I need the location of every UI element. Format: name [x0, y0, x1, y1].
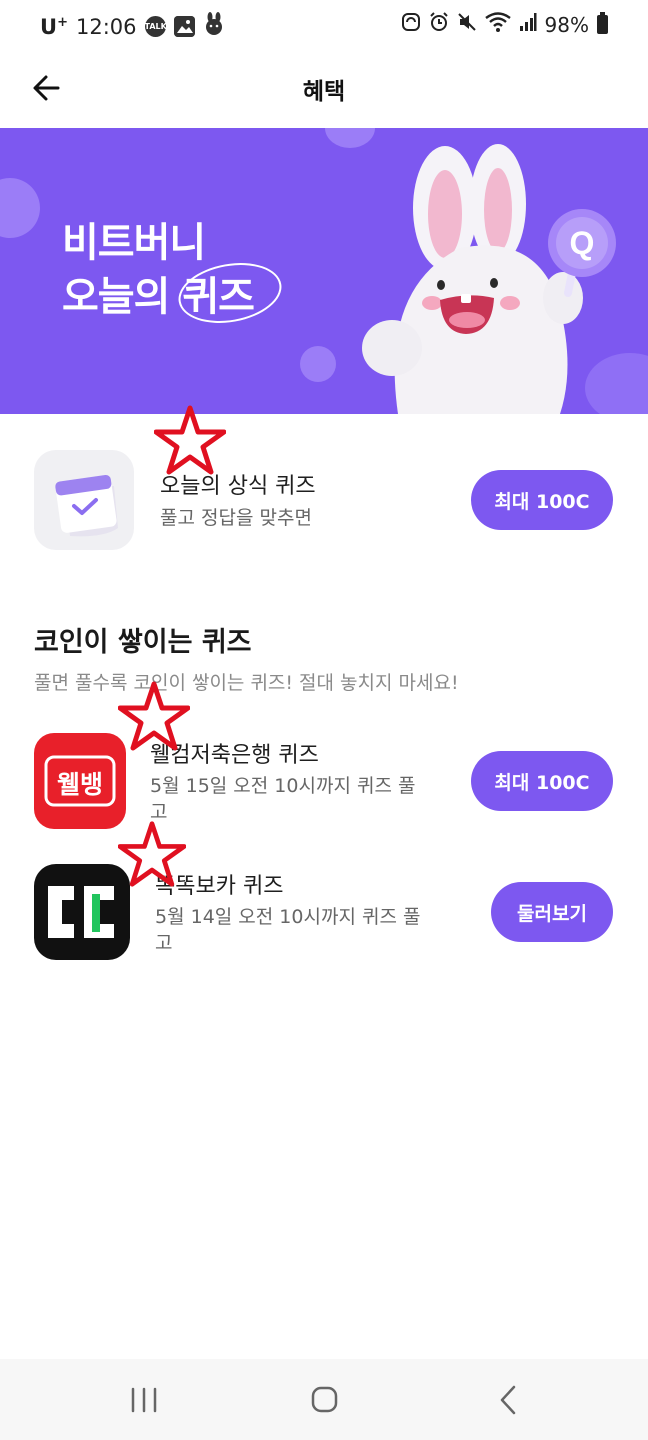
welcome-bank-app-icon: 웰뱅	[34, 733, 126, 829]
status-bar: U+ 12:06 TALK 98%	[0, 0, 648, 54]
system-back-button[interactable]	[478, 1379, 538, 1421]
red-star-annotation	[118, 681, 190, 751]
daily-quiz-subtitle: 풀고 정답을 맞추면	[160, 507, 312, 529]
mute-icon	[457, 12, 477, 37]
signal-icon	[519, 12, 537, 37]
clock: 12:06	[75, 14, 137, 39]
vocab-logo	[48, 886, 114, 938]
quiz-subtitle: 5월 15일 오전 10시까지 퀴즈 풀 고	[150, 775, 416, 823]
home-icon	[311, 1386, 338, 1413]
bunny-mascot: Q	[362, 144, 616, 414]
home-button[interactable]	[294, 1379, 354, 1421]
section-title: 코인이 쌓이는 퀴즈	[34, 627, 252, 658]
red-star-annotation	[154, 405, 226, 475]
gallery-icon	[173, 16, 195, 37]
recent-apps-icon	[131, 1387, 157, 1413]
svg-text:웰뱅: 웰뱅	[57, 770, 103, 799]
daily-quiz-item[interactable]: 오늘의 상식 퀴즈 풀고 정답을 맞추면 최대 100C	[0, 448, 648, 552]
vocab-app-icon	[34, 864, 130, 960]
carrier-label: U+	[40, 14, 68, 39]
calendar-icon	[55, 475, 118, 537]
quiz-list-item[interactable]: 웰뱅 웰컴저축은행 퀴즈 5월 15일 오전 10시까지 퀴즈 풀 고 최대 1…	[0, 733, 648, 843]
sync-icon	[401, 12, 421, 37]
quiz-list-item[interactable]: 똑똑보카 퀴즈 5월 14일 오전 10시까지 퀴즈 풀 고 둘러보기	[0, 862, 648, 972]
section-subtitle: 풀면 풀수록 코인이 쌓이는 퀴즈! 절대 놓치지 마세요!	[34, 672, 459, 694]
daily-quiz-reward-button[interactable]: 최대 100C	[471, 470, 613, 530]
battery-icon	[597, 12, 608, 34]
quiz-banner[interactable]: 비트버니 오늘의 퀴즈 Q	[0, 128, 648, 414]
quiz-reward-button[interactable]: 최대 100C	[471, 751, 613, 811]
quiz-subtitle: 5월 14일 오전 10시까지 퀴즈 풀 고	[155, 906, 421, 954]
recent-apps-button[interactable]	[115, 1379, 175, 1421]
alarm-icon	[429, 12, 449, 37]
page-title: 혜택	[302, 79, 346, 105]
header: 혜택	[0, 54, 648, 128]
rabbit-app-icon	[203, 12, 225, 41]
quiz-explore-button[interactable]: 둘러보기	[491, 882, 613, 942]
red-star-annotation	[118, 821, 186, 887]
q-badge: Q	[570, 225, 595, 261]
welcome-bank-logo: 웰뱅	[44, 755, 116, 807]
calendar-app-icon	[34, 450, 134, 550]
chevron-left-icon	[500, 1385, 516, 1415]
wifi-icon	[484, 12, 511, 37]
battery-percent: 98%	[544, 12, 589, 37]
talk-icon: TALK	[144, 16, 167, 37]
system-nav-bar	[0, 1359, 648, 1440]
